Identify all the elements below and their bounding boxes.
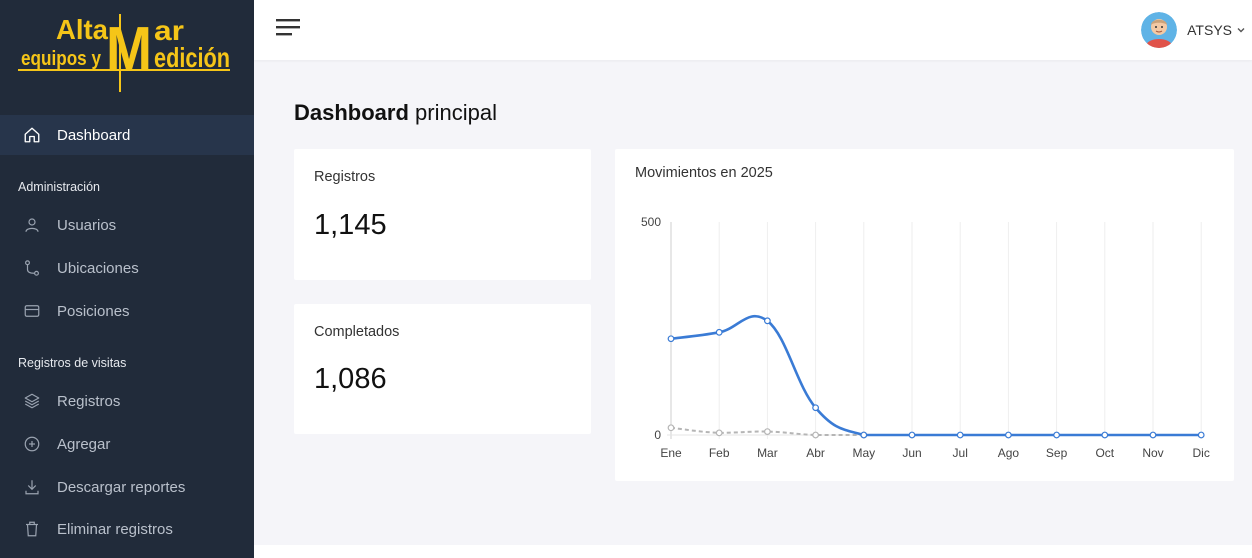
hamburger-menu-button[interactable] (276, 18, 302, 38)
sidebar-item-label: Posiciones (57, 302, 130, 320)
logo-equipos-text: equipos y (21, 48, 102, 70)
sidebar-item-ubicaciones[interactable]: Ubicaciones (0, 248, 254, 288)
chart-card: Movimientos en 2025 0 500 Ene Feb Mar Abr May J… (615, 149, 1234, 481)
logo-edicion-text: edición (154, 42, 230, 73)
home-icon (22, 125, 42, 145)
sidebar-item-agregar[interactable]: Agregar (0, 424, 254, 464)
sidebar: Alta M ar equipos y edición Dashboard Ad… (0, 0, 254, 558)
x-tick-label: Mar (757, 446, 778, 460)
data-point (1005, 431, 1012, 439)
sidebar-item-label: Registros (57, 392, 121, 410)
trash-icon (22, 519, 42, 539)
stat-card-registros: Registros 1,145 (294, 149, 591, 280)
sidebar-item-eliminar-registros[interactable]: Eliminar registros (0, 509, 254, 549)
data-point (667, 335, 675, 343)
brand-logo[interactable]: Alta M ar equipos y edición (18, 12, 232, 94)
series-line (670, 314, 1202, 437)
data-point (860, 431, 868, 439)
x-tick-label: May (852, 446, 875, 460)
section-title-visits: Registros de visitas (18, 356, 127, 370)
page-title: Dashboard principal (294, 100, 497, 126)
x-tick-label: Nov (1142, 446, 1163, 460)
user-menu[interactable]: ATSYS (1141, 12, 1246, 48)
user-icon (22, 215, 42, 235)
stat-label: Registros (314, 169, 376, 185)
sidebar-item-label: Ubicaciones (57, 259, 139, 277)
x-tick-label: Oct (1095, 446, 1114, 460)
sidebar-item-descargar-reportes[interactable]: Descargar reportes (0, 467, 254, 507)
data-point (667, 424, 675, 432)
sidebar-item-label: Agregar (57, 435, 111, 453)
data-point (763, 317, 771, 325)
data-point (956, 431, 964, 439)
stat-value: 1,086 (314, 363, 387, 395)
sidebar-item-label: Usuarios (57, 216, 117, 234)
sidebar-item-dashboard[interactable]: Dashboard (0, 115, 254, 155)
sidebar-item-label: Descargar reportes (57, 478, 186, 496)
x-tick-label: Jul (953, 446, 968, 460)
download-icon (22, 477, 42, 497)
plus-circle-icon (22, 434, 42, 454)
data-point (1149, 431, 1157, 439)
x-tick-label: Abr (806, 446, 825, 460)
data-point (763, 428, 771, 435)
section-title-admin: Administración (18, 180, 100, 194)
sidebar-item-posiciones[interactable]: Posiciones (0, 291, 254, 331)
x-tick-label: Sep (1046, 446, 1068, 460)
page-title-rest: principal (415, 100, 497, 125)
y-tick-label: 500 (641, 215, 661, 229)
stat-value: 1,145 (314, 209, 387, 241)
data-point (908, 431, 916, 439)
footer-band (254, 545, 1252, 558)
avatar (1141, 12, 1178, 48)
x-tick-label: Ago (998, 446, 1020, 460)
top-header: ATSYS (254, 0, 1252, 60)
chevron-down-icon (1237, 28, 1245, 33)
user-name: ATSYS (1187, 22, 1232, 38)
route-icon (22, 258, 42, 278)
data-point (812, 404, 820, 412)
logo-alta-text: Alta (56, 14, 108, 45)
data-point (715, 429, 723, 437)
x-tick-label: Ene (660, 446, 682, 460)
data-point (1101, 431, 1109, 439)
card-icon (22, 301, 42, 321)
logo-big-m: M (106, 15, 152, 84)
data-point (715, 328, 723, 336)
sidebar-item-usuarios[interactable]: Usuarios (0, 205, 254, 245)
x-tick-label: Feb (709, 446, 730, 460)
sidebar-item-registros[interactable]: Registros (0, 381, 254, 421)
layers-icon (22, 391, 42, 411)
stat-card-completados: Completados 1,086 (294, 304, 591, 434)
menu-icon (276, 19, 300, 36)
data-point (812, 431, 820, 439)
x-tick-label: Dic (1193, 446, 1210, 460)
data-point (1197, 431, 1205, 439)
x-tick-label: Jun (902, 446, 921, 460)
data-point (1053, 431, 1061, 439)
y-tick-label: 0 (654, 428, 661, 442)
line-chart: 0 500 Ene Feb Mar Abr May Jun Jul Ago Sep Oct Nov Dic (641, 215, 1210, 460)
sidebar-item-label: Dashboard (57, 126, 131, 144)
sidebar-item-label: Eliminar registros (57, 520, 173, 538)
stat-label: Completados (314, 324, 400, 340)
page-title-bold: Dashboard (294, 100, 409, 125)
